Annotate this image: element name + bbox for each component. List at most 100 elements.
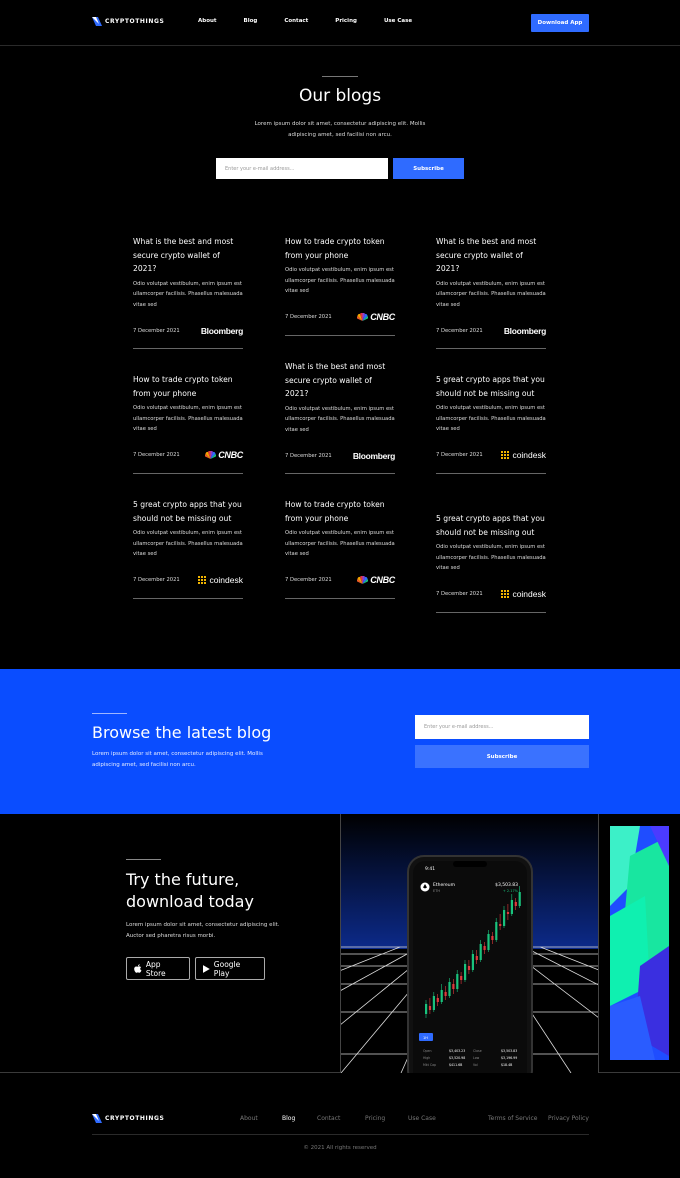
footer-about[interactable]: About <box>240 1115 258 1122</box>
candle-body <box>428 1006 432 1010</box>
blog-card-footer: 7 December 2021 Bloomberg <box>436 321 546 349</box>
candle-body <box>510 900 513 914</box>
phone-coin-ticker: ETH <box>433 889 440 893</box>
phone-stat: Close <box>473 1049 482 1053</box>
candle-body <box>444 992 447 996</box>
candle-body <box>432 996 435 1010</box>
blog-card-title[interactable]: What is the best and most secure crypto … <box>436 235 546 276</box>
tab-1h-label: 1H <box>423 1036 428 1040</box>
phone-stat: $3,520.98 <box>449 1056 465 1060</box>
candle-body <box>479 944 482 960</box>
coindesk-text: coindesk <box>512 450 546 460</box>
blog-card-title[interactable]: How to trade crypto token from your phon… <box>285 498 395 525</box>
blog-card[interactable]: What is the best and most secure crypto … <box>133 235 243 349</box>
download-app-button[interactable]: Download App <box>531 14 589 32</box>
nav-contact[interactable]: Contact <box>284 18 308 24</box>
candle-body <box>436 998 439 1002</box>
decorative-art <box>610 826 669 1060</box>
band-email-input[interactable]: Enter your e-mail address... <box>415 715 589 739</box>
nav-links: About Blog Contact Pricing Use Case <box>198 18 439 24</box>
blog-card[interactable]: How to trade crypto token from your phon… <box>285 498 395 599</box>
candle-body <box>491 936 494 940</box>
cnbc-logo: CNBC <box>205 450 243 460</box>
cnbc-logo: CNBC <box>357 575 395 585</box>
blog-card-footer: 7 December 2021 Bloomberg <box>285 446 395 474</box>
footer-blog[interactable]: Blog <box>282 1115 295 1122</box>
blog-card-excerpt: Odio volutpat vestibulum, enim ipsum est… <box>285 405 395 433</box>
blog-card-title[interactable]: How to trade crypto token from your phon… <box>133 373 243 400</box>
nav-about[interactable]: About <box>198 18 217 24</box>
candle-body <box>475 956 478 960</box>
candle-body <box>518 892 521 906</box>
coindesk-icon <box>501 450 510 460</box>
blog-card-title[interactable]: What is the best and most secure crypto … <box>133 235 243 276</box>
blog-card-excerpt: Odio volutpat vestibulum, enim ipsum est… <box>285 267 395 294</box>
footer-logo[interactable]: CRYPTOTHINGS <box>92 1114 164 1123</box>
candle-body <box>483 946 486 950</box>
newsletter-band: Browse the latest blog Lorem ipsum dolor… <box>0 669 680 814</box>
blog-card-footer: 7 December 2021 CNBC <box>285 308 395 336</box>
coindesk-logo: coindesk <box>198 575 243 585</box>
hero-description: Lorem ipsum dolor sit amet, consectetur … <box>254 121 426 138</box>
app-store-label: App Store <box>145 959 166 978</box>
play-icon <box>203 964 210 973</box>
blog-card-title[interactable]: 5 great crypto apps that you should not … <box>436 512 546 539</box>
app-store-button[interactable]: App Store <box>126 957 190 980</box>
footer-contact[interactable]: Contact <box>317 1115 340 1122</box>
blog-card-excerpt: Odio volutpat vestibulum, enim ipsum est… <box>436 544 546 571</box>
blog-card-footer: 7 December 2021 CNBC <box>285 571 395 599</box>
blog-card[interactable]: How to trade crypto token from your phon… <box>133 373 243 474</box>
blog-card-footer: 7 December 2021 coindesk <box>133 571 243 599</box>
blog-card-title[interactable]: 5 great crypto apps that you should not … <box>436 373 546 400</box>
nav-pricing[interactable]: Pricing <box>335 18 357 24</box>
blog-card-title[interactable]: What is the best and most secure crypto … <box>285 360 395 401</box>
google-play-button[interactable]: Google Play <box>195 957 265 980</box>
cnbc-text: CNBC <box>370 575 395 585</box>
blog-card-title[interactable]: How to trade crypto token from your phon… <box>285 235 395 262</box>
nav-use-case[interactable]: Use Case <box>384 18 412 24</box>
phone-price: $3,503.83 <box>495 882 518 888</box>
download-description: Lorem ipsum dolor sit amet, consectetur … <box>126 922 280 939</box>
candle-body <box>448 982 451 996</box>
blog-card[interactable]: What is the best and most secure crypto … <box>436 235 546 349</box>
blog-card-footer: 7 December 2021 CNBC <box>133 446 243 474</box>
hero-subscribe-button[interactable]: Subscribe <box>393 158 464 179</box>
candle-body <box>503 910 506 926</box>
footer-terms[interactable]: Terms of Service <box>488 1115 537 1122</box>
hero-email-input[interactable]: Enter your e-mail address... <box>216 158 388 179</box>
phone-mockup-panel: 9:41 Ethereum ETH $3,503.83 + 2.17% 1H O… <box>340 814 599 1073</box>
phone-stat: Mkt Cap <box>423 1063 436 1067</box>
blog-card-title[interactable]: 5 great crypto apps that you should not … <box>133 498 243 525</box>
phone-stat: $18.4B <box>501 1063 512 1067</box>
candle-body <box>456 974 459 989</box>
blog-card[interactable]: How to trade crypto token from your phon… <box>285 235 395 336</box>
download-title-line2: download today <box>126 892 254 911</box>
footer-use-case[interactable]: Use Case <box>408 1115 436 1122</box>
coindesk-logo: coindesk <box>501 589 546 599</box>
blog-card[interactable]: 5 great crypto apps that you should not … <box>133 498 243 599</box>
peacock-icon <box>357 313 369 321</box>
blog-card-date: 7 December 2021 <box>436 327 483 334</box>
brand-logo[interactable]: CRYPTOTHINGS <box>92 17 164 26</box>
blog-card[interactable]: 5 great crypto apps that you should not … <box>436 512 546 613</box>
nav-blog[interactable]: Blog <box>244 18 258 24</box>
blog-card-excerpt: Odio volutpat vestibulum, enim ipsum est… <box>285 530 395 557</box>
peacock-icon <box>357 576 369 584</box>
candle-body <box>425 1004 428 1014</box>
band-subscribe-button[interactable]: Subscribe <box>415 745 589 768</box>
blog-card-date: 7 December 2021 <box>436 452 483 458</box>
band-title: Browse the latest blog <box>92 723 272 742</box>
footer-logo-icon <box>92 1114 102 1123</box>
hero-divider <box>322 76 358 77</box>
footer-privacy[interactable]: Privacy Policy <box>548 1115 589 1122</box>
candle-body <box>471 954 474 970</box>
footer-pricing[interactable]: Pricing <box>365 1115 385 1122</box>
blog-card-date: 7 December 2021 <box>436 591 483 597</box>
phone-change: + 2.17% <box>503 889 519 893</box>
phone-scene: 9:41 Ethereum ETH $3,503.83 + 2.17% 1H O… <box>341 814 598 1073</box>
candle-body <box>464 964 467 980</box>
coindesk-text: coindesk <box>209 575 243 585</box>
blog-card[interactable]: What is the best and most secure crypto … <box>285 360 395 474</box>
blog-card[interactable]: 5 great crypto apps that you should not … <box>436 373 546 474</box>
top-nav: CRYPTOTHINGS About Blog Contact Pricing … <box>0 0 680 46</box>
